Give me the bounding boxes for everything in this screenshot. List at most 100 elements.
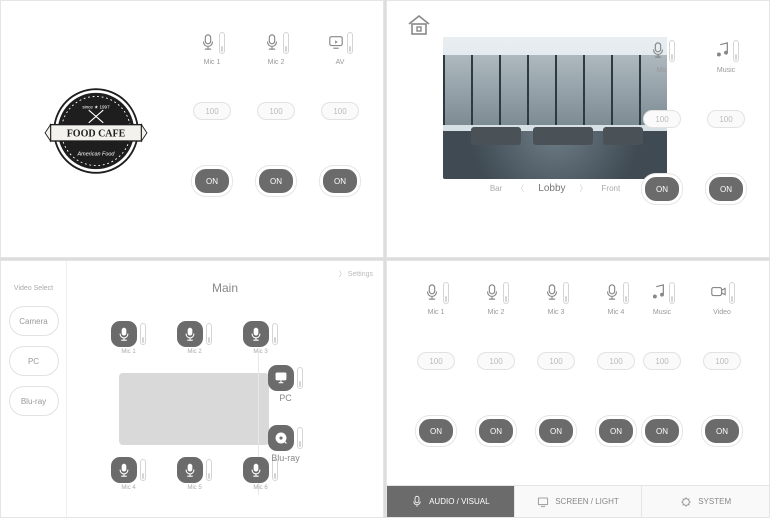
chevron-dn-icon[interactable]	[707, 374, 737, 386]
music-icon	[714, 41, 730, 61]
chevron-dn-icon[interactable]	[601, 390, 631, 402]
volume-value: 100	[537, 352, 575, 370]
av-icon	[328, 33, 344, 53]
volume-value: 100	[417, 352, 455, 370]
source-pc[interactable]: PC	[268, 365, 303, 403]
mic-icon	[650, 41, 666, 61]
seat-mic-4[interactable]: Mic 4	[111, 457, 146, 491]
chevron-dn-icon[interactable]	[541, 390, 571, 402]
chevron-dn-icon[interactable]	[261, 124, 291, 136]
chevron-up-icon[interactable]	[197, 70, 227, 82]
chevron-up-icon[interactable]	[707, 336, 737, 348]
chevron-dn-icon[interactable]	[647, 132, 677, 144]
chevron-dn-icon[interactable]	[647, 374, 677, 386]
level-meter	[669, 282, 675, 304]
chevron-up-icon[interactable]	[647, 320, 677, 332]
mic-icon	[424, 283, 440, 303]
panel-av-mixer: Mic 1100ONMic 2100ONMic 3100ONMic 4100ON…	[386, 260, 770, 518]
chevron-up-icon[interactable]	[325, 86, 355, 98]
chevron-up-icon[interactable]	[421, 336, 451, 348]
seat-mic-2[interactable]: Mic 2	[177, 321, 212, 355]
power-button[interactable]: ON	[416, 416, 456, 446]
chevron-dn-icon[interactable]	[325, 140, 355, 152]
power-button[interactable]: ON	[476, 416, 516, 446]
disc-icon	[268, 425, 294, 451]
chevron-dn-icon[interactable]	[197, 140, 227, 152]
lobby-photo	[443, 37, 667, 179]
tab-screen-light[interactable]: SCREEN / LIGHT	[515, 486, 643, 517]
home-button[interactable]	[405, 13, 433, 37]
p2-channel-1: Music100ON	[703, 39, 749, 204]
chevron-up-icon[interactable]	[707, 320, 737, 332]
video-select-camera[interactable]: Camera	[9, 306, 59, 336]
power-button[interactable]: ON	[192, 166, 232, 196]
chevron-up-icon[interactable]	[541, 336, 571, 348]
power-button[interactable]: ON	[536, 416, 576, 446]
video-select-pc[interactable]: PC	[9, 346, 59, 376]
power-button[interactable]: ON	[706, 174, 746, 204]
chevron-dn-icon[interactable]	[707, 390, 737, 402]
chevron-up-icon[interactable]	[647, 78, 677, 90]
chevron-dn-icon[interactable]	[197, 124, 227, 136]
p1-channel-2: AV100ON	[317, 31, 363, 196]
chevron-up-icon[interactable]	[197, 86, 227, 98]
chevron-up-icon[interactable]	[601, 336, 631, 348]
channel-label: Mic 2	[488, 309, 505, 316]
source-bluray[interactable]: Blu-ray	[268, 425, 303, 463]
power-button[interactable]: ON	[256, 166, 296, 196]
power-button[interactable]: ON	[596, 416, 636, 446]
p1-channel-1: Mic 2100ON	[253, 31, 299, 196]
room-title: Main	[67, 281, 383, 295]
power-button[interactable]: ON	[642, 174, 682, 204]
tab-system[interactable]: SYSTEM	[642, 486, 769, 517]
chevron-dn-icon[interactable]	[647, 390, 677, 402]
settings-link[interactable]: 〉 Settings	[339, 269, 373, 279]
channel-label: Mic 3	[548, 309, 565, 316]
channel-label: Mic 4	[608, 309, 625, 316]
chevron-dn-icon[interactable]	[481, 390, 511, 402]
power-button[interactable]: ON	[702, 416, 742, 446]
seat-mic-3[interactable]: Mic 3	[243, 321, 278, 355]
chevron-dn-icon[interactable]	[711, 148, 741, 160]
conference-table	[119, 373, 269, 445]
chevron-dn-icon[interactable]	[325, 124, 355, 136]
chevron-up-icon[interactable]	[541, 320, 571, 332]
pc-icon	[268, 365, 294, 391]
p4r-channel-0: Music100ON	[639, 281, 685, 446]
chevron-up-icon[interactable]	[325, 70, 355, 82]
logo-food-cafe: FOOD CAFE since ★ 1997 American Food	[41, 81, 151, 181]
power-button[interactable]: ON	[642, 416, 682, 446]
chevron-dn-icon[interactable]	[647, 148, 677, 160]
seat-mic-5[interactable]: Mic 5	[177, 457, 212, 491]
chevron-up-icon[interactable]	[421, 320, 451, 332]
mic-icon	[200, 33, 216, 53]
chevron-up-icon[interactable]	[711, 78, 741, 90]
chevron-dn-icon[interactable]	[421, 390, 451, 402]
chevron-up-icon[interactable]	[481, 320, 511, 332]
chevron-dn-icon[interactable]	[481, 374, 511, 386]
zone-next[interactable]: 〉	[580, 183, 588, 194]
chevron-dn-icon[interactable]	[421, 374, 451, 386]
chevron-up-icon[interactable]	[261, 70, 291, 82]
chevron-up-icon[interactable]	[261, 86, 291, 98]
chevron-dn-icon[interactable]	[261, 140, 291, 152]
chevron-up-icon[interactable]	[481, 336, 511, 348]
panel-food-cafe: FOOD CAFE since ★ 1997 American Food Mic…	[0, 0, 384, 258]
zone-prev[interactable]: 〈	[516, 183, 524, 194]
tab-audio-visual[interactable]: AUDIO / VISUAL	[387, 486, 515, 517]
level-meter	[669, 40, 675, 62]
video-select-sidebar: Video Select Camera PC Blu-ray	[1, 261, 67, 517]
chevron-up-icon[interactable]	[647, 94, 677, 106]
chevron-up-icon[interactable]	[601, 320, 631, 332]
mic-icon	[177, 321, 203, 347]
p4l-channel-2: Mic 3 100 ON	[533, 281, 579, 446]
chevron-up-icon[interactable]	[711, 94, 741, 106]
seat-mic-1[interactable]: Mic 1	[111, 321, 146, 355]
chevron-dn-icon[interactable]	[541, 374, 571, 386]
chevron-dn-icon[interactable]	[601, 374, 631, 386]
level-meter	[623, 282, 629, 304]
chevron-dn-icon[interactable]	[711, 132, 741, 144]
chevron-up-icon[interactable]	[647, 336, 677, 348]
video-select-bluray[interactable]: Blu-ray	[9, 386, 59, 416]
power-button[interactable]: ON	[320, 166, 360, 196]
